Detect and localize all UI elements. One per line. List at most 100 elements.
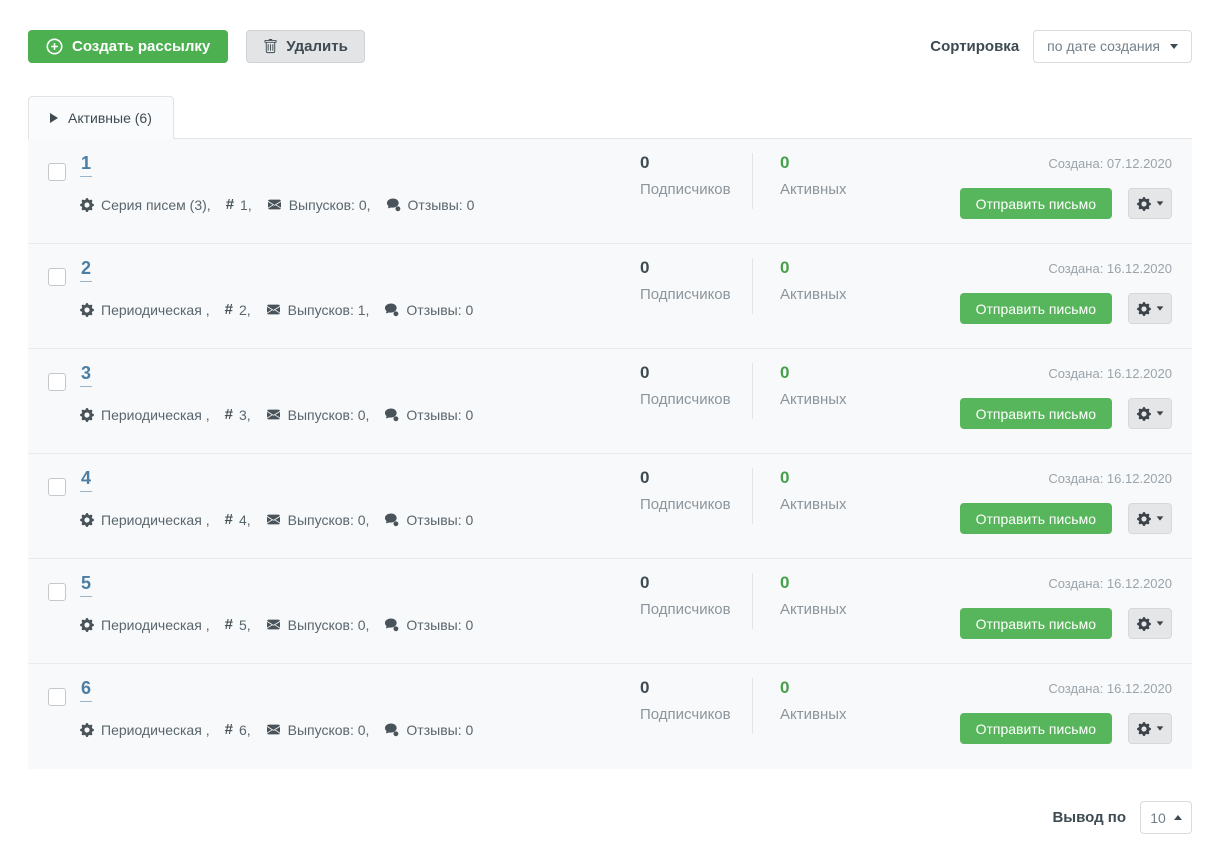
mailing-type: Периодическая , [101, 302, 210, 318]
mailing-type: Периодическая , [101, 407, 210, 423]
subscribers-column: 0 Подписчиков [640, 363, 731, 408]
envelope-icon [266, 513, 281, 526]
subscribers-count: 0 [640, 468, 731, 488]
comments-icon [384, 303, 399, 317]
mailing-number: 6, [239, 722, 251, 738]
subscribers-label: Подписчиков [640, 496, 731, 513]
subscribers-column: 0 Подписчиков [640, 573, 731, 618]
mailing-meta: Периодическая , # 5, Выпусков: 0, [80, 616, 488, 633]
mailing-title-link[interactable]: 6 [80, 678, 92, 702]
row-checkbox[interactable] [48, 478, 66, 496]
caret-down-icon [1156, 516, 1163, 520]
sort-select-value: по дате создания [1047, 38, 1160, 54]
active-label: Активных [780, 601, 847, 618]
hash-icon: # [225, 301, 233, 318]
per-page-select[interactable]: 10 [1140, 801, 1192, 834]
send-letter-button[interactable]: Отправить письмо [960, 398, 1112, 429]
row-checkbox[interactable] [48, 268, 66, 286]
issues-count: Выпусков: 0, [289, 197, 371, 213]
hash-icon: # [225, 511, 233, 528]
caret-up-icon [1174, 815, 1182, 820]
active-count: 0 [780, 153, 847, 173]
gear-icon [80, 408, 94, 422]
comments-icon [384, 513, 399, 527]
row-settings-button[interactable] [1128, 713, 1172, 744]
created-date: Создана: 16.12.2020 [1048, 681, 1172, 696]
row-settings-button[interactable] [1128, 188, 1172, 219]
column-divider [752, 468, 753, 524]
active-column: 0 Активных [780, 258, 847, 303]
row-settings-button[interactable] [1128, 293, 1172, 324]
mailing-title-link[interactable]: 1 [80, 153, 92, 177]
active-count: 0 [780, 678, 847, 698]
mailing-row: 2 Периодическая , # 2, [28, 244, 1192, 349]
send-letter-button[interactable]: Отправить письмо [960, 608, 1112, 639]
create-mailing-button[interactable]: Создать рассылку [28, 30, 228, 63]
active-count: 0 [780, 573, 847, 593]
subscribers-count: 0 [640, 153, 731, 173]
envelope-icon [266, 303, 281, 316]
mailing-type: Серия писем (3), [101, 197, 211, 213]
active-count: 0 [780, 468, 847, 488]
active-label: Активных [780, 706, 847, 723]
delete-button[interactable]: Удалить [246, 30, 365, 63]
toolbar: Создать рассылку Удалить Сортировка по д… [28, 29, 1192, 63]
send-letter-button[interactable]: Отправить письмо [960, 293, 1112, 324]
comments-icon [384, 408, 399, 422]
gear-icon [80, 303, 94, 317]
row-settings-button[interactable] [1128, 608, 1172, 639]
mailing-title-link[interactable]: 4 [80, 468, 92, 492]
row-settings-button[interactable] [1128, 503, 1172, 534]
subscribers-label: Подписчиков [640, 391, 731, 408]
row-checkbox[interactable] [48, 688, 66, 706]
mailing-title-link[interactable]: 3 [80, 363, 92, 387]
column-divider [752, 573, 753, 629]
sort-select[interactable]: по дате создания [1033, 30, 1192, 63]
created-date: Создана: 07.12.2020 [1048, 156, 1172, 171]
tab-active-mailings[interactable]: Активные (6) [28, 96, 174, 139]
issues-count: Выпусков: 0, [288, 722, 370, 738]
active-label: Активных [780, 496, 847, 513]
mailing-number: 2, [239, 302, 251, 318]
row-checkbox[interactable] [48, 373, 66, 391]
row-settings-button[interactable] [1128, 398, 1172, 429]
row-actions: Отправить письмо [960, 188, 1172, 219]
reviews-count: Отзывы: 0 [406, 617, 473, 633]
issues-count: Выпусков: 0, [288, 512, 370, 528]
subscribers-label: Подписчиков [640, 601, 731, 618]
mailing-number: 5, [239, 617, 251, 633]
active-label: Активных [780, 286, 847, 303]
issues-count: Выпусков: 0, [288, 407, 370, 423]
mailing-meta: Периодическая , # 6, Выпусков: 0, [80, 721, 488, 738]
subscribers-count: 0 [640, 258, 731, 278]
subscribers-column: 0 Подписчиков [640, 258, 731, 303]
create-mailing-label: Создать рассылку [72, 38, 210, 55]
gear-icon [1137, 722, 1151, 736]
reviews-count: Отзывы: 0 [408, 197, 475, 213]
mailing-title-link[interactable]: 2 [80, 258, 92, 282]
mailing-row: 6 Периодическая , # 6, [28, 664, 1192, 769]
row-checkbox[interactable] [48, 583, 66, 601]
mailing-type: Периодическая , [101, 617, 210, 633]
send-letter-button[interactable]: Отправить письмо [960, 503, 1112, 534]
column-divider [752, 258, 753, 314]
plus-circle-icon [46, 38, 63, 55]
hash-icon: # [225, 721, 233, 738]
active-column: 0 Активных [780, 468, 847, 513]
issues-count: Выпусков: 0, [288, 617, 370, 633]
send-letter-button[interactable]: Отправить письмо [960, 713, 1112, 744]
row-checkbox[interactable] [48, 163, 66, 181]
reviews-count: Отзывы: 0 [406, 407, 473, 423]
send-letter-button[interactable]: Отправить письмо [960, 188, 1112, 219]
subscribers-column: 0 Подписчиков [640, 153, 731, 198]
active-column: 0 Активных [780, 678, 847, 723]
created-date: Создана: 16.12.2020 [1048, 576, 1172, 591]
mailing-row: 3 Периодическая , # 3, [28, 349, 1192, 454]
mailing-list: 1 Серия писем (3), # 1, [28, 139, 1192, 769]
mailing-title-link[interactable]: 5 [80, 573, 92, 597]
active-label: Активных [780, 391, 847, 408]
caret-down-icon [1156, 726, 1163, 730]
column-divider [752, 363, 753, 419]
mailing-row: 5 Периодическая , # 5, [28, 559, 1192, 664]
hash-icon: # [225, 616, 233, 633]
